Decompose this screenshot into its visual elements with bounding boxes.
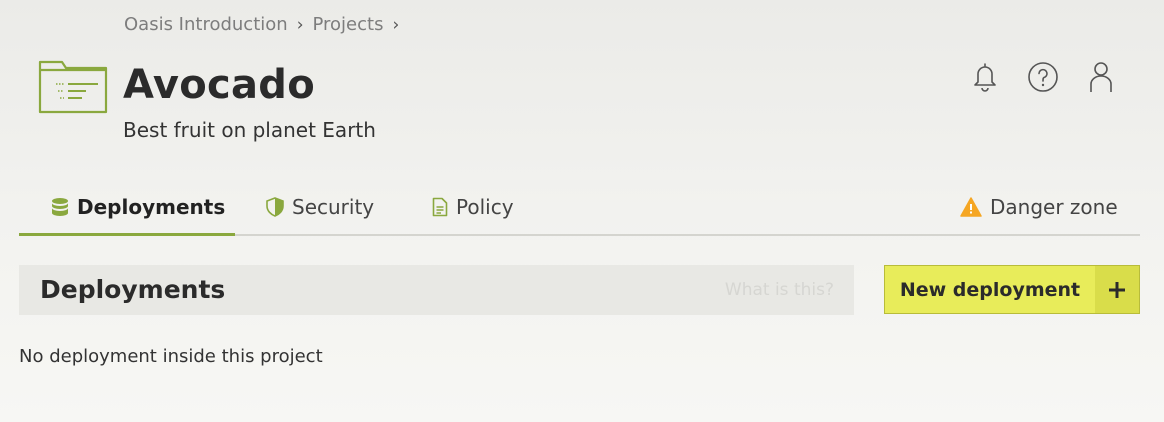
tab-security-label: Security	[292, 195, 375, 219]
page-title: Avocado	[123, 62, 316, 108]
header-actions	[968, 60, 1118, 94]
plus-icon	[1095, 266, 1139, 313]
folder-icon	[38, 60, 110, 114]
tab-deployments[interactable]: Deployments	[51, 180, 225, 234]
tab-bar: Deployments Security Policy Danger zone	[19, 180, 1140, 236]
new-deployment-label: New deployment	[899, 278, 1081, 301]
database-icon	[51, 197, 69, 217]
tab-policy[interactable]: Policy	[432, 180, 514, 234]
breadcrumb-projects[interactable]: Projects	[313, 14, 384, 35]
tab-danger-zone-label: Danger zone	[990, 195, 1118, 219]
document-icon	[432, 197, 448, 217]
tab-danger-zone[interactable]: Danger zone	[960, 180, 1118, 234]
new-deployment-button[interactable]: New deployment	[884, 265, 1140, 314]
user-icon[interactable]	[1084, 60, 1118, 94]
tab-deployments-label: Deployments	[77, 195, 226, 219]
warning-icon	[960, 197, 982, 217]
active-tab-indicator	[19, 233, 235, 236]
shield-icon	[266, 197, 284, 217]
what-is-this-link[interactable]: What is this?	[725, 280, 834, 300]
empty-state-message: No deployment inside this project	[19, 346, 323, 367]
breadcrumb-oasis-introduction[interactable]: Oasis Introduction	[124, 14, 288, 35]
breadcrumb-separator: ›	[392, 14, 400, 35]
breadcrumb: Oasis Introduction › Projects ›	[124, 14, 408, 35]
bell-icon[interactable]	[968, 60, 1002, 94]
section-header: Deployments What is this?	[19, 265, 854, 315]
section-title: Deployments	[40, 275, 226, 304]
help-icon[interactable]	[1026, 60, 1060, 94]
breadcrumb-separator: ›	[296, 14, 304, 35]
page-subtitle: Best fruit on planet Earth	[123, 118, 376, 142]
tab-security[interactable]: Security	[266, 180, 374, 234]
tab-policy-label: Policy	[456, 195, 514, 219]
